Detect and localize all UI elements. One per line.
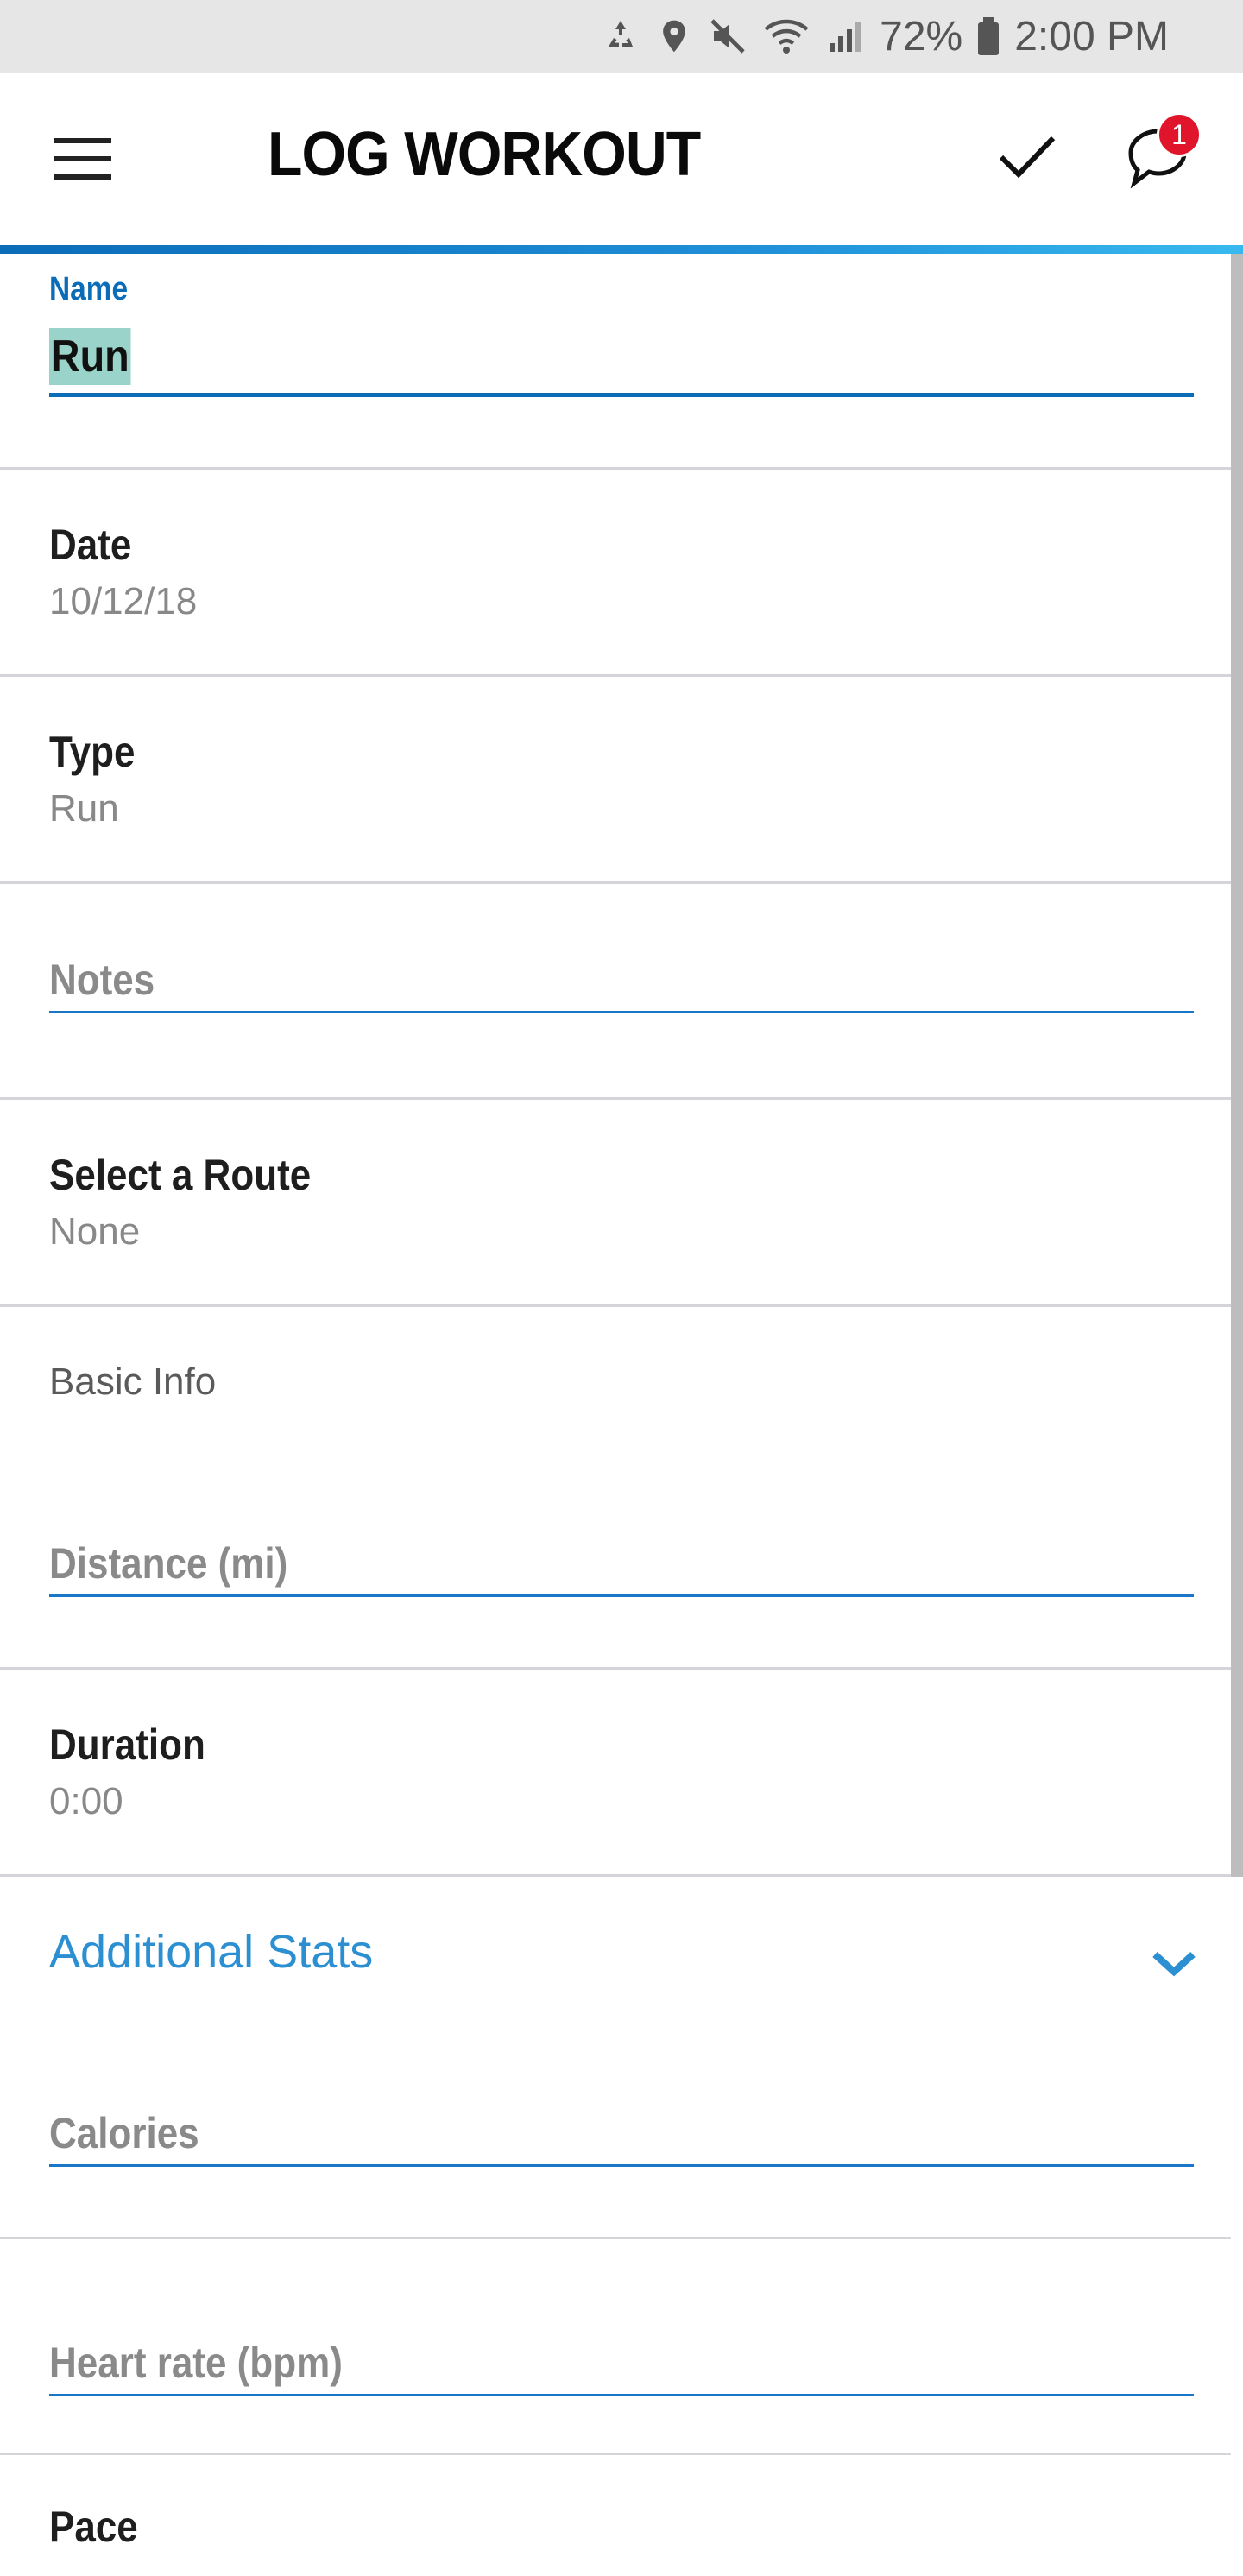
additional-stats-section: Additional Stats Calories <box>0 1877 1231 2239</box>
heart-rate-input[interactable]: Heart rate (bpm) <box>49 2339 1194 2396</box>
clock: 2:00 PM <box>1014 13 1169 60</box>
status-bar: 72% 2:00 PM <box>0 0 1243 73</box>
pace-label: Pace <box>49 2503 138 2551</box>
header-accent-line <box>0 245 1243 254</box>
distance-input[interactable]: Distance (mi) <box>49 1540 1194 1597</box>
type-field[interactable]: Type Run <box>0 677 1231 884</box>
menu-button[interactable] <box>48 124 117 193</box>
duration-label: Duration <box>49 1720 205 1769</box>
battery-percent: 72% <box>880 13 963 60</box>
calories-input[interactable]: Calories <box>49 2110 1194 2167</box>
notes-section: Notes <box>0 884 1231 1100</box>
check-icon <box>999 136 1056 179</box>
notes-placeholder: Notes <box>49 956 155 1004</box>
distance-placeholder: Distance (mi) <box>49 1539 288 1588</box>
app-bar: LOG WORKOUT 1 <box>0 73 1243 245</box>
pace-field[interactable]: Pace <box>0 2455 1231 2576</box>
name-section: Name Run <box>0 254 1231 470</box>
name-input-value: Run <box>49 328 131 385</box>
name-field-label: Name <box>49 271 129 307</box>
mute-icon <box>707 16 748 57</box>
scrollbar[interactable] <box>1231 254 1243 1877</box>
workout-form: Name Run Date 10/12/18 Type Run Notes Se… <box>0 254 1231 2576</box>
wifi-icon <box>762 16 811 57</box>
battery-icon <box>976 16 1000 57</box>
duration-value: 0:00 <box>49 1780 123 1822</box>
chevron-down-icon[interactable] <box>1152 1946 1196 1980</box>
notes-input[interactable]: Notes <box>49 957 1194 1013</box>
save-button[interactable] <box>991 121 1063 193</box>
menu-icon <box>54 138 111 180</box>
type-value: Run <box>49 787 119 830</box>
route-value: None <box>49 1210 141 1253</box>
date-label: Date <box>49 521 132 569</box>
duration-field[interactable]: Duration 0:00 <box>0 1670 1231 1877</box>
calories-placeholder: Calories <box>49 2109 199 2157</box>
page-title: LOG WORKOUT <box>268 120 701 189</box>
route-field[interactable]: Select a Route None <box>0 1100 1231 1307</box>
heart-rate-section: Heart rate (bpm) <box>0 2239 1231 2455</box>
name-input[interactable]: Run <box>49 328 1194 397</box>
basic-info-section: Basic Info Distance (mi) <box>0 1307 1231 1670</box>
basic-info-heading: Basic Info <box>49 1361 217 1403</box>
additional-stats-toggle[interactable]: Additional Stats <box>49 1925 373 1979</box>
date-field[interactable]: Date 10/12/18 <box>0 470 1231 677</box>
heart-rate-placeholder: Heart rate (bpm) <box>49 2339 343 2387</box>
location-icon <box>655 16 693 57</box>
notification-badge: 1 <box>1157 112 1202 157</box>
route-label: Select a Route <box>49 1151 312 1199</box>
date-value: 10/12/18 <box>49 580 198 622</box>
recycle-icon <box>600 16 641 57</box>
type-label: Type <box>49 728 136 776</box>
signal-icon <box>824 16 866 57</box>
